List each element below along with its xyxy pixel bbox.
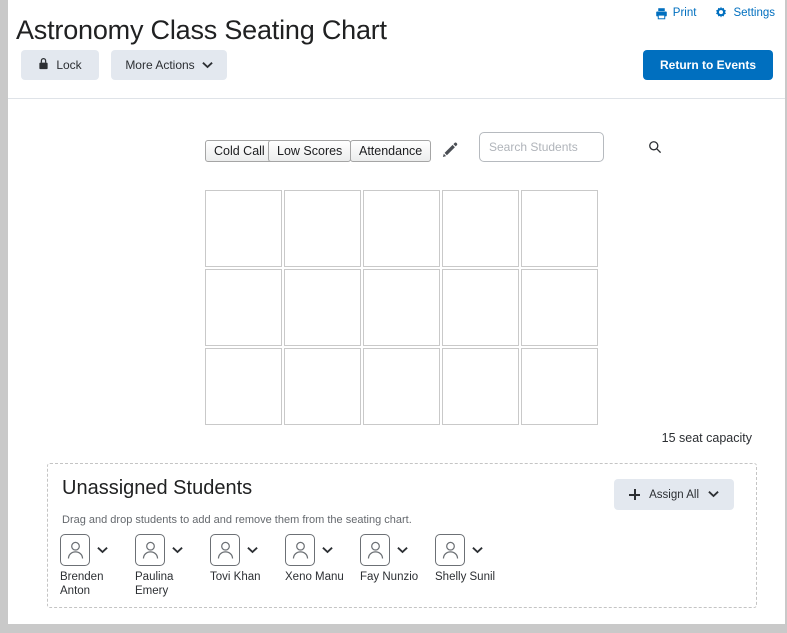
seat-capacity-label: 15 seat capacity (661, 431, 752, 445)
print-link[interactable]: Print (655, 7, 697, 20)
seat-cell[interactable] (205, 190, 282, 267)
avatar[interactable] (285, 534, 315, 566)
gear-icon (714, 6, 728, 20)
student-card[interactable]: Brenden Anton (60, 534, 135, 598)
lock-icon (38, 57, 49, 73)
application-window: Astronomy Class Seating Chart Print Sett… (0, 0, 787, 633)
return-to-events-button[interactable]: Return to Events (642, 50, 773, 80)
filter-chip-low-scores[interactable]: Low Scores (268, 140, 352, 162)
filter-chip-cold-call[interactable]: Cold Call (205, 140, 274, 162)
student-card[interactable]: Paulina Emery (135, 534, 210, 598)
avatar[interactable] (210, 534, 240, 566)
student-card[interactable]: Tovi Khan (210, 534, 285, 584)
search-icon[interactable] (648, 140, 662, 154)
search-students-box[interactable] (479, 132, 662, 162)
student-name: Tovi Khan (210, 571, 261, 583)
student-card[interactable]: Shelly Sunil (435, 534, 510, 584)
student-menu-chevron-down-icon[interactable] (321, 544, 333, 556)
student-menu-chevron-down-icon[interactable] (471, 544, 483, 556)
seat-cell[interactable] (521, 190, 598, 267)
student-card-top (285, 534, 333, 566)
student-card-top (435, 534, 483, 566)
student-name: Paulina Emery (135, 571, 174, 597)
lock-label: Lock (56, 58, 82, 72)
more-actions-button[interactable]: More Actions (111, 50, 227, 80)
seat-cell[interactable] (442, 190, 519, 267)
avatar[interactable] (360, 534, 390, 566)
avatar[interactable] (60, 534, 90, 566)
student-menu-chevron-down-icon[interactable] (96, 544, 108, 556)
student-card-top (210, 534, 258, 566)
avatar[interactable] (435, 534, 465, 566)
page-content: Astronomy Class Seating Chart Print Sett… (8, 0, 785, 624)
student-name: Brenden Anton (60, 571, 104, 597)
student-card[interactable]: Xeno Manu (285, 534, 360, 584)
student-card[interactable]: Fay Nunzio (360, 534, 435, 584)
seat-cell[interactable] (284, 269, 361, 346)
avatar[interactable] (135, 534, 165, 566)
seating-chart-grid (205, 190, 598, 425)
assign-all-button[interactable]: Assign All (614, 479, 734, 510)
pencil-icon[interactable] (438, 140, 460, 162)
search-input[interactable] (480, 134, 648, 160)
student-card-top (360, 534, 408, 566)
student-menu-chevron-down-icon[interactable] (396, 544, 408, 556)
filter-chip-attendance[interactable]: Attendance (350, 140, 432, 162)
chevron-down-icon (708, 489, 719, 501)
student-name: Xeno Manu (285, 571, 344, 583)
student-name: Fay Nunzio (360, 571, 419, 583)
seat-cell[interactable] (521, 269, 598, 346)
lock-button[interactable]: Lock (21, 50, 99, 80)
print-label: Print (672, 7, 697, 19)
settings-label: Settings (733, 7, 775, 19)
seat-cell[interactable] (442, 348, 519, 425)
unassigned-panel-subtitle: Drag and drop students to add and remove… (62, 514, 412, 526)
chart-controls: Cold Call Low Scores Attendance (8, 132, 785, 172)
seat-cell[interactable] (205, 348, 282, 425)
action-toolbar: Lock More Actions Return to Events (8, 50, 785, 84)
seat-cell[interactable] (205, 269, 282, 346)
student-menu-chevron-down-icon[interactable] (246, 544, 258, 556)
page-header: Astronomy Class Seating Chart Print Sett… (8, 0, 785, 99)
seat-cell[interactable] (442, 269, 519, 346)
seat-cell[interactable] (363, 269, 440, 346)
settings-link[interactable]: Settings (714, 6, 775, 20)
seat-cell[interactable] (363, 190, 440, 267)
seat-cell[interactable] (363, 348, 440, 425)
unassigned-students-panel: Unassigned Students Drag and drop studen… (47, 463, 757, 608)
seat-cell[interactable] (284, 348, 361, 425)
unassigned-student-list: Brenden Anton Paulina Emery Tovi Khan Xe… (60, 534, 510, 598)
chevron-down-icon (201, 58, 213, 72)
student-card-top (135, 534, 183, 566)
plus-icon (629, 489, 641, 500)
more-actions-label: More Actions (125, 58, 195, 72)
printer-icon (655, 7, 668, 20)
student-menu-chevron-down-icon[interactable] (171, 544, 183, 556)
page-title: Astronomy Class Seating Chart (16, 15, 387, 46)
student-card-top (60, 534, 108, 566)
unassigned-panel-title: Unassigned Students (62, 477, 253, 499)
student-name: Shelly Sunil (435, 571, 496, 583)
seat-cell[interactable] (521, 348, 598, 425)
seat-cell[interactable] (284, 190, 361, 267)
header-links: Print Settings (655, 6, 775, 20)
assign-all-label: Assign All (649, 488, 699, 501)
